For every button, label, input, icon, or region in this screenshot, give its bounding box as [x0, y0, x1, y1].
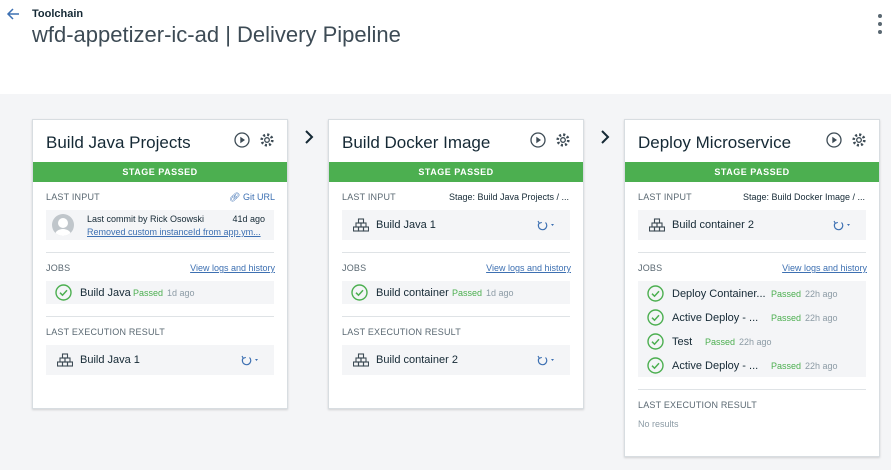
input-build[interactable]: Build Java 1 [342, 210, 570, 240]
chevron-right-icon [601, 130, 610, 144]
run-stage-icon[interactable] [826, 132, 842, 148]
redeploy-icon[interactable] [536, 354, 558, 366]
jobs-list: Deploy Container... Passed 22h ago Activ… [638, 281, 866, 377]
last-execution-section: LAST EXECUTION RESULT Build container 2 [329, 317, 583, 375]
back-arrow-icon[interactable] [6, 7, 20, 21]
stage-card-build-docker-image: Build Docker Image STAGE PASSED LAST INP… [328, 119, 584, 409]
job-age: 22h ago [805, 361, 838, 371]
last-execution-section: LAST EXECUTION RESULT Build Java 1 [33, 317, 287, 375]
stage-title: Build Docker Image [342, 133, 491, 152]
build-result[interactable]: Build Java 1 [46, 345, 274, 375]
pipeline-board: Build Java Projects STAGE PASSED LAST IN… [0, 94, 891, 470]
build-name: Build Java 1 [80, 354, 140, 366]
job-row[interactable]: Active Deploy - ... Passed 22h ago [638, 354, 866, 378]
view-logs-link[interactable]: View logs and history [190, 263, 275, 273]
redeploy-icon[interactable] [536, 219, 558, 231]
job-age: 22h ago [739, 337, 772, 347]
job-status: Passed [771, 313, 802, 323]
page-header: Toolchain wfd-appetizer-ic-ad | Delivery… [0, 0, 891, 94]
job-row[interactable]: Test Passed 22h ago [638, 330, 866, 354]
jobs-section: JOBS View logs and history Build Java Pa… [33, 253, 287, 317]
link-icon: 🔗︎ [229, 192, 241, 202]
job-status: Passed [133, 288, 164, 298]
job-age: 1d ago [167, 288, 195, 298]
view-logs-link[interactable]: View logs and history [782, 263, 867, 273]
job-age: 22h ago [805, 289, 838, 299]
job-name: Active Deploy - ... [672, 312, 759, 324]
check-circle-icon [647, 309, 664, 326]
job-status: Passed [705, 337, 736, 347]
page-title: wfd-appetizer-ic-ad | Delivery Pipeline [32, 22, 401, 47]
stage-title: Build Java Projects [46, 133, 191, 152]
input-build[interactable]: Build container 2 [638, 210, 866, 240]
section-label: LAST EXECUTION RESULT [638, 400, 757, 410]
build-name: Build Java 1 [376, 219, 436, 231]
run-stage-icon[interactable] [530, 132, 546, 148]
job-name: Build container [376, 287, 449, 299]
input-stage-label[interactable]: Stage: Build Docker Image / ... [743, 192, 865, 202]
overflow-menu-icon[interactable] [876, 14, 884, 38]
job-age: 1d ago [486, 288, 514, 298]
input-stage-label[interactable]: Stage: Build Java Projects / ... [449, 192, 569, 202]
stage-status-badge: STAGE PASSED [33, 162, 287, 182]
build-icon [353, 218, 369, 232]
stage-title: Deploy Microservice [638, 133, 792, 152]
last-execution-section: LAST EXECUTION RESULT No results [625, 390, 879, 429]
chevron-right-icon [305, 130, 314, 144]
jobs-section: JOBS View logs and history Build contain… [329, 253, 583, 317]
job-row[interactable]: Build Java Passed 1d ago [46, 281, 274, 304]
section-label: LAST EXECUTION RESULT [342, 327, 461, 337]
build-icon [57, 353, 73, 367]
gear-icon[interactable] [851, 132, 867, 148]
jobs-section: JOBS View logs and history Deploy Contai… [625, 253, 879, 390]
avatar [52, 214, 74, 236]
build-result[interactable]: Build container 2 [342, 345, 570, 375]
job-name: Build Java [80, 287, 131, 299]
job-name: Deploy Container... [672, 288, 766, 300]
check-circle-icon [55, 284, 72, 301]
stage-status-badge: STAGE PASSED [625, 162, 879, 182]
build-icon [649, 218, 665, 232]
check-circle-icon [647, 285, 664, 302]
last-input-section: LAST INPUT Stage: Build Java Projects / … [329, 182, 583, 253]
gear-icon[interactable] [555, 132, 571, 148]
job-row[interactable]: Build container Passed 1d ago [342, 281, 570, 304]
commit-author: Last commit by Rick Osowski [87, 214, 205, 224]
build-icon [353, 353, 369, 367]
job-status: Passed [771, 289, 802, 299]
git-url-link[interactable]: 🔗︎ Git URL [229, 192, 275, 203]
breadcrumb[interactable]: Toolchain [32, 8, 83, 20]
last-input-section: LAST INPUT Stage: Build Docker Image / .… [625, 182, 879, 253]
section-label: LAST EXECUTION RESULT [46, 327, 165, 337]
stage-status-badge: STAGE PASSED [329, 162, 583, 182]
job-row[interactable]: Active Deploy - ... Passed 22h ago [638, 306, 866, 330]
job-name: Test [672, 336, 693, 348]
job-age: 22h ago [805, 313, 838, 323]
job-row[interactable]: Deploy Container... Passed 22h ago [638, 282, 866, 306]
gear-icon[interactable] [259, 132, 275, 148]
no-results-text: No results [638, 419, 679, 429]
job-status: Passed [771, 361, 802, 371]
run-stage-icon[interactable] [234, 132, 250, 148]
job-status: Passed [452, 288, 483, 298]
view-logs-link[interactable]: View logs and history [486, 263, 571, 273]
redeploy-icon[interactable] [832, 219, 854, 231]
check-circle-icon [647, 357, 664, 374]
build-name: Build container 2 [672, 219, 754, 231]
job-name: Active Deploy - ... [672, 360, 759, 372]
stage-card-build-java-projects: Build Java Projects STAGE PASSED LAST IN… [32, 119, 288, 409]
redeploy-icon[interactable] [240, 354, 262, 366]
build-name: Build container 2 [376, 354, 458, 366]
stage-card-deploy-microservice: Deploy Microservice STAGE PASSED LAST IN… [624, 119, 880, 457]
check-circle-icon [351, 284, 368, 301]
last-commit: Last commit by Rick Osowski 41d ago Remo… [46, 210, 274, 240]
check-circle-icon [647, 333, 664, 350]
commit-message-link[interactable]: Removed custom instanceId from app.ym... [87, 227, 267, 237]
last-input-section: LAST INPUT 🔗︎ Git URL Last commit by Ric… [33, 182, 287, 253]
commit-age: 41d ago [232, 214, 265, 224]
